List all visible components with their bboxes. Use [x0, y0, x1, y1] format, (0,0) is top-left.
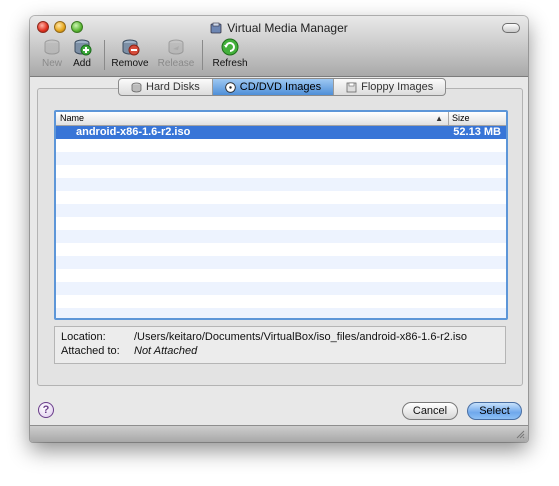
add-button[interactable]: Add	[60, 37, 104, 69]
empty-row	[56, 191, 506, 204]
column-size-label: Size	[452, 113, 470, 123]
location-label: Location:	[61, 331, 106, 343]
help-button[interactable]: ?	[38, 402, 54, 418]
add-disk-icon	[74, 39, 92, 56]
release-button-label: Release	[157, 58, 195, 69]
virtual-media-manager-window: Virtual Media Manager New Add Remove Rel…	[30, 16, 528, 442]
empty-row	[56, 282, 506, 295]
empty-row	[56, 152, 506, 165]
remove-disk-icon	[122, 39, 140, 56]
tab-hard-disks[interactable]: Hard Disks	[119, 79, 213, 95]
sort-ascending-icon: ▲	[435, 114, 443, 123]
column-header-name[interactable]: Name ▲	[56, 112, 449, 125]
media-type-tabs: Hard Disks CD/DVD Images Floppy Images	[118, 78, 447, 96]
empty-row	[56, 139, 506, 152]
refresh-button[interactable]: Refresh	[208, 37, 252, 69]
window-title-bar: Virtual Media Manager	[30, 21, 528, 35]
column-name-label: Name	[60, 113, 85, 123]
toolbar: Virtual Media Manager New Add Remove Rel…	[30, 16, 528, 77]
window-title: Virtual Media Manager	[227, 21, 348, 35]
empty-row	[56, 269, 506, 282]
table-body: android-x86-1.6-r2.iso 52.13 MB	[56, 126, 506, 318]
toolbar-toggle-button[interactable]	[502, 23, 520, 33]
resize-grip-icon[interactable]	[515, 429, 525, 439]
empty-row	[56, 165, 506, 178]
media-info-box: Location: /Users/keitaro/Documents/Virtua…	[54, 326, 506, 364]
media-table[interactable]: Name ▲ Size android-x86-1.6-r2.iso 52.13…	[54, 110, 508, 320]
cancel-button[interactable]: Cancel	[402, 402, 458, 420]
tab-cd-dvd-images[interactable]: CD/DVD Images	[212, 79, 335, 95]
window-bottom-bar	[30, 425, 528, 442]
row-file-size: 52.13 MB	[453, 126, 501, 138]
release-button[interactable]: Release	[154, 37, 198, 69]
refresh-icon	[221, 38, 239, 56]
remove-button[interactable]: Remove	[108, 37, 152, 69]
release-disk-icon	[168, 39, 184, 55]
empty-row	[56, 178, 506, 191]
tab-hard-disks-label: Hard Disks	[146, 81, 200, 93]
attached-label: Attached to:	[61, 345, 120, 357]
media-panel: Name ▲ Size android-x86-1.6-r2.iso 52.13…	[37, 88, 523, 386]
new-disk-icon	[44, 39, 60, 55]
empty-row	[56, 230, 506, 243]
empty-row	[56, 308, 506, 318]
remove-button-label: Remove	[111, 58, 149, 69]
column-header-size[interactable]: Size	[449, 112, 506, 125]
new-button-label: New	[41, 58, 62, 69]
select-button[interactable]: Select	[467, 402, 522, 420]
refresh-button-label: Refresh	[212, 58, 248, 69]
cd-icon	[225, 81, 236, 93]
table-row[interactable]: android-x86-1.6-r2.iso 52.13 MB	[56, 126, 506, 139]
hard-disk-icon	[131, 82, 142, 92]
table-header: Name ▲ Size	[56, 112, 506, 126]
media-manager-icon	[210, 22, 222, 34]
empty-row	[56, 256, 506, 269]
empty-row	[56, 295, 506, 308]
toolbar-separator	[202, 40, 203, 70]
tab-floppy-images[interactable]: Floppy Images	[334, 79, 445, 95]
location-value: /Users/keitaro/Documents/VirtualBox/iso_…	[134, 331, 467, 343]
attached-line: Attached to: Not Attached	[61, 345, 197, 358]
toolbar-separator	[104, 40, 105, 70]
floppy-icon	[346, 82, 357, 92]
empty-row	[56, 243, 506, 256]
empty-row	[56, 217, 506, 230]
tab-cd-dvd-images-label: CD/DVD Images	[239, 81, 322, 93]
attached-value: Not Attached	[134, 345, 198, 357]
row-file-name: android-x86-1.6-r2.iso	[76, 126, 191, 138]
empty-row	[56, 204, 506, 217]
add-button-label: Add	[73, 58, 91, 69]
location-line: Location: /Users/keitaro/Documents/Virtua…	[61, 331, 467, 344]
tab-floppy-images-label: Floppy Images	[361, 81, 434, 93]
